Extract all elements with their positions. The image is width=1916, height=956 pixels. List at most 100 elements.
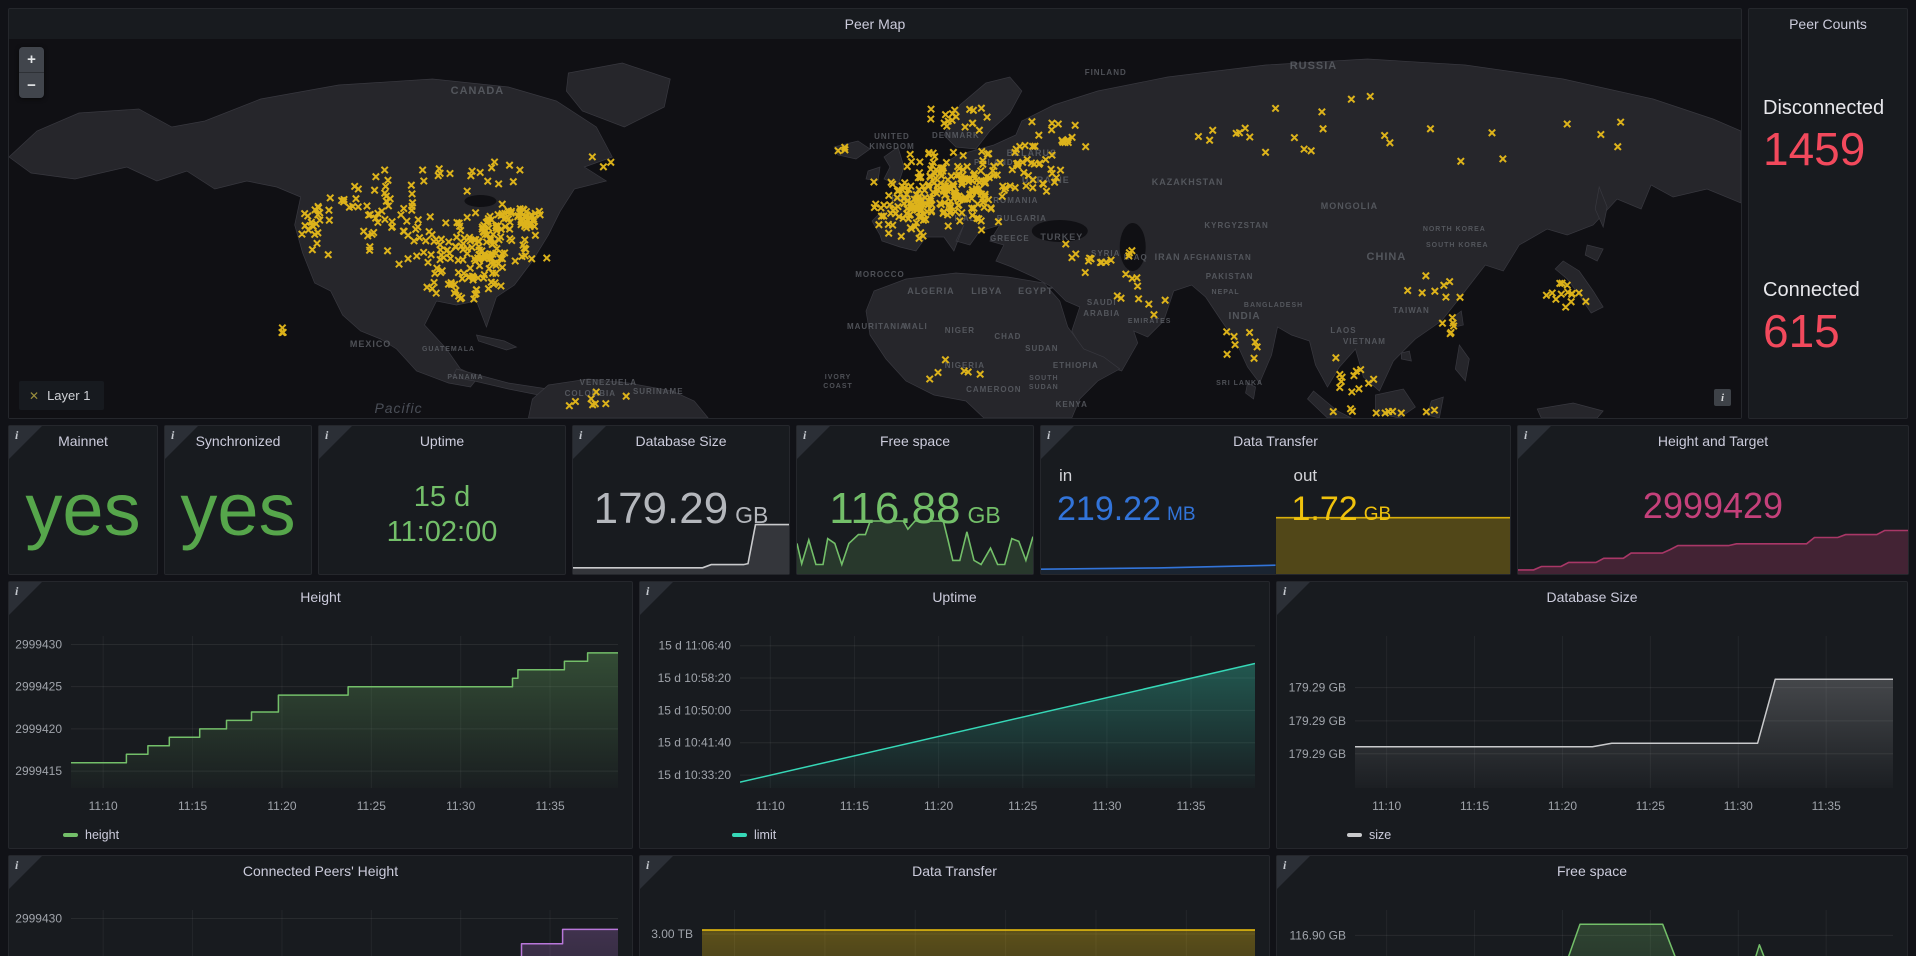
- svg-text:11:15: 11:15: [1460, 799, 1489, 813]
- panel-info-icon[interactable]: i: [9, 426, 42, 459]
- ireland: [866, 167, 880, 181]
- map-layer-toggle[interactable]: ✕ Layer 1: [19, 381, 104, 410]
- map-zoom-out-button[interactable]: −: [19, 73, 44, 98]
- database-size-chart[interactable]: 179.29 GB179.29 GB179.29 GB11:1011:1511:…: [1277, 612, 1907, 822]
- panel-info-icon[interactable]: i: [9, 582, 42, 615]
- free-space-value: 116.88GB: [829, 484, 1001, 534]
- svg-text:ETHIOPIA: ETHIOPIA: [1053, 361, 1099, 370]
- great-lakes: [464, 195, 496, 207]
- panel-info-icon[interactable]: i: [9, 856, 42, 889]
- svg-text:NEPAL: NEPAL: [1212, 289, 1240, 296]
- svg-text:COAST: COAST: [823, 383, 852, 390]
- peer-map-title[interactable]: Peer Map: [9, 9, 1741, 39]
- panel-title-text: Database Size: [635, 433, 726, 449]
- panel-info-icon[interactable]: i: [573, 426, 606, 459]
- panel-title[interactable]: Database Size: [1277, 582, 1907, 612]
- svg-text:2999425: 2999425: [15, 680, 62, 694]
- panel-title[interactable]: Connected Peers' Height: [9, 856, 632, 886]
- panel-info-icon[interactable]: i: [1518, 426, 1551, 459]
- peer-counts-title[interactable]: Peer Counts: [1749, 9, 1907, 39]
- legend-item-size[interactable]: size: [1347, 828, 1391, 842]
- svg-text:11:10: 11:10: [89, 799, 118, 813]
- panel-database-size-chart: i Database Size 179.29 GB179.29 GB179.29…: [1276, 581, 1908, 849]
- svg-text:IVORY: IVORY: [825, 374, 851, 381]
- panel-info-icon[interactable]: i: [797, 426, 830, 459]
- panel-info-icon[interactable]: i: [319, 426, 352, 459]
- svg-text:11:25: 11:25: [357, 799, 386, 813]
- height-target-value: 2999429: [1643, 485, 1783, 527]
- svg-text:11:35: 11:35: [1176, 799, 1205, 813]
- panel-info-icon[interactable]: i: [1277, 582, 1310, 615]
- map-zoom-controls: + −: [19, 47, 44, 98]
- panel-synchronized: i Synchronized yes: [164, 425, 312, 575]
- svg-text:ALGERIA: ALGERIA: [907, 286, 954, 296]
- legend-swatch: [1347, 833, 1362, 837]
- panel-title-text: Uptime: [932, 589, 976, 605]
- philippines: [1455, 345, 1469, 381]
- stat-connected: Connected 615: [1763, 226, 1907, 409]
- legend-item-limit[interactable]: limit: [732, 828, 776, 842]
- svg-text:179.29 GB: 179.29 GB: [1289, 681, 1346, 695]
- legend-label: size: [1369, 828, 1391, 842]
- height-chart[interactable]: 299943029994252999420299941511:1011:1511…: [9, 612, 632, 822]
- panel-title[interactable]: Free space: [797, 426, 1033, 456]
- panel-title-text: Database Size: [1546, 589, 1637, 605]
- free-space-chart[interactable]: 116.90 GB11:1011:1511:2011:2511:3011:35: [1277, 886, 1907, 956]
- svg-text:179.29 GB: 179.29 GB: [1289, 714, 1346, 728]
- svg-text:MAURITANIA: MAURITANIA: [847, 322, 907, 331]
- svg-text:GREECE: GREECE: [990, 234, 1030, 243]
- panel-info-icon[interactable]: i: [640, 856, 673, 889]
- svg-text:11:25: 11:25: [1636, 799, 1665, 813]
- stat-label: Disconnected: [1763, 97, 1907, 120]
- svg-text:DENMARK: DENMARK: [932, 131, 980, 140]
- panel-title[interactable]: Height: [9, 582, 632, 612]
- data-transfer-chart[interactable]: 3.00 TB11:1011:1511:2011:2511:3011:35: [640, 886, 1269, 956]
- svg-text:CAMEROON: CAMEROON: [966, 385, 1021, 394]
- panel-title[interactable]: Free space: [1277, 856, 1907, 886]
- svg-text:NORTH KOREA: NORTH KOREA: [1423, 226, 1486, 233]
- svg-text:KYRGYZSTAN: KYRGYZSTAN: [1204, 221, 1268, 230]
- stat-disconnected: Disconnected 1459: [1763, 43, 1907, 226]
- panel-title[interactable]: Height and Target: [1518, 426, 1908, 456]
- world-map[interactable]: RUSSIACANADAFINLANDUNITEDKINGDOMDENMARKP…: [9, 39, 1741, 418]
- svg-text:116.90 GB: 116.90 GB: [1290, 928, 1346, 942]
- svg-text:15 d 10:33:20: 15 d 10:33:20: [658, 768, 732, 782]
- panel-info-icon[interactable]: i: [1277, 856, 1310, 889]
- map-zoom-in-button[interactable]: +: [19, 47, 44, 73]
- svg-text:MONGOLIA: MONGOLIA: [1321, 201, 1378, 211]
- panel-title-text: Free space: [1557, 863, 1627, 879]
- height-chart-legend: height: [9, 822, 632, 848]
- database-size-chart-legend: size: [1277, 822, 1907, 848]
- svg-text:11:15: 11:15: [178, 799, 207, 813]
- connected-peers-height-chart[interactable]: 299943029994252999420299941511:1011:1511…: [9, 886, 632, 956]
- uptime-chart[interactable]: 15 d 11:06:4015 d 10:58:2015 d 10:50:001…: [640, 612, 1269, 822]
- panel-height-chart: i Height 299943029994252999420299941511:…: [8, 581, 633, 849]
- panel-title-text: Synchronized: [196, 433, 281, 449]
- panel-peer-counts: Peer Counts Disconnected 1459 Connected …: [1748, 8, 1908, 419]
- panel-title[interactable]: Uptime: [319, 426, 565, 456]
- panel-title[interactable]: Uptime: [640, 582, 1269, 612]
- svg-text:ARABIA: ARABIA: [1083, 309, 1120, 318]
- hokkaido: [1585, 245, 1603, 261]
- panel-info-icon[interactable]: i: [640, 582, 673, 615]
- panel-title-text: Connected Peers' Height: [243, 863, 398, 879]
- panel-title[interactable]: Data Transfer: [640, 856, 1269, 886]
- panel-uptime-chart: i Uptime 15 d 11:06:4015 d 10:58:2015 d …: [639, 581, 1270, 849]
- svg-text:BULGARIA: BULGARIA: [997, 214, 1047, 223]
- new-guinea: [1537, 403, 1603, 418]
- layer-label: Layer 1: [47, 388, 90, 403]
- map-attribution-icon[interactable]: i: [1714, 389, 1731, 406]
- in-value: 219.22MB: [1057, 490, 1276, 529]
- panel-info-icon[interactable]: i: [1041, 426, 1074, 459]
- panel-title-text: Height: [300, 589, 340, 605]
- peer-counts-body: Disconnected 1459 Connected 615: [1749, 39, 1907, 418]
- out-label: out: [1294, 466, 1511, 486]
- svg-text:TURKEY: TURKEY: [1040, 232, 1083, 242]
- legend-item-height[interactable]: height: [63, 828, 119, 842]
- svg-text:LIBYA: LIBYA: [971, 286, 1002, 296]
- panel-title[interactable]: Data Transfer: [1041, 426, 1510, 456]
- panel-info-icon[interactable]: i: [165, 426, 198, 459]
- svg-text:KAZAKHSTAN: KAZAKHSTAN: [1152, 177, 1224, 187]
- in-label: in: [1059, 466, 1276, 486]
- svg-text:SUDAN: SUDAN: [1025, 344, 1058, 353]
